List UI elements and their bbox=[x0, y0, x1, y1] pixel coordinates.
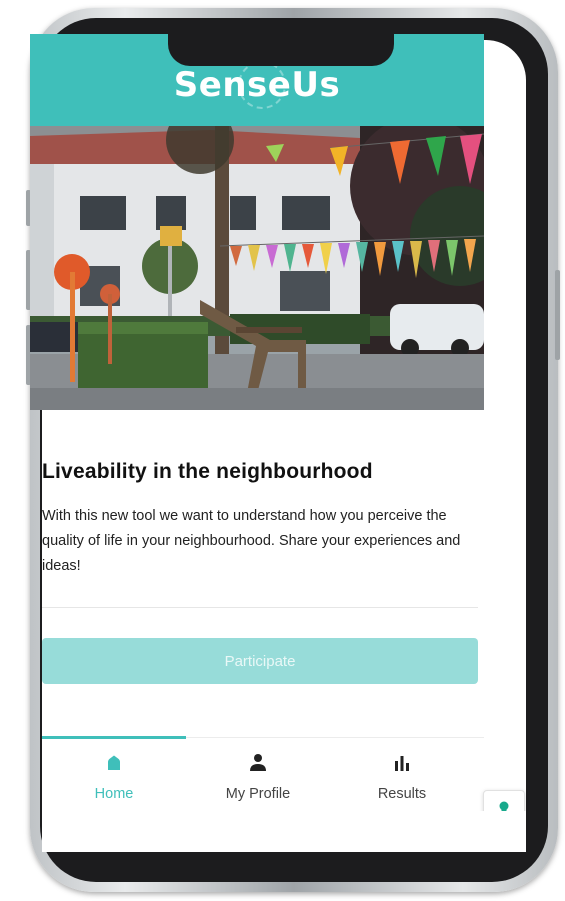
brand-name: SenseUs bbox=[173, 65, 341, 105]
phone-notch bbox=[168, 32, 394, 66]
brand-logo: SenseUs bbox=[173, 61, 341, 109]
tab-home[interactable]: Home bbox=[42, 736, 186, 812]
tab-label-my-profile: My Profile bbox=[225, 786, 291, 802]
tab-label-home: Home bbox=[94, 786, 134, 802]
divider bbox=[42, 607, 478, 608]
bottom-tab-bar: Home My Profile Results bbox=[42, 736, 484, 812]
page-description: With this new tool we want to understand… bbox=[42, 508, 461, 574]
screen-bottom-area bbox=[42, 811, 526, 852]
power-button bbox=[555, 270, 560, 360]
hero-image bbox=[30, 126, 484, 410]
page-title: Liveability in the neighbourhood bbox=[42, 460, 373, 483]
tab-results[interactable]: Results bbox=[330, 738, 474, 812]
person-icon bbox=[250, 754, 266, 771]
home-icon bbox=[108, 755, 120, 770]
participate-button[interactable]: Participate bbox=[42, 638, 478, 684]
tab-label-results: Results bbox=[377, 786, 427, 802]
neighbourhood-street-photo bbox=[30, 126, 484, 410]
tab-my-profile[interactable]: My Profile bbox=[186, 738, 330, 812]
bar-chart-icon bbox=[395, 756, 409, 771]
content-section: Liveability in the neighbourhood With th… bbox=[42, 410, 478, 684]
